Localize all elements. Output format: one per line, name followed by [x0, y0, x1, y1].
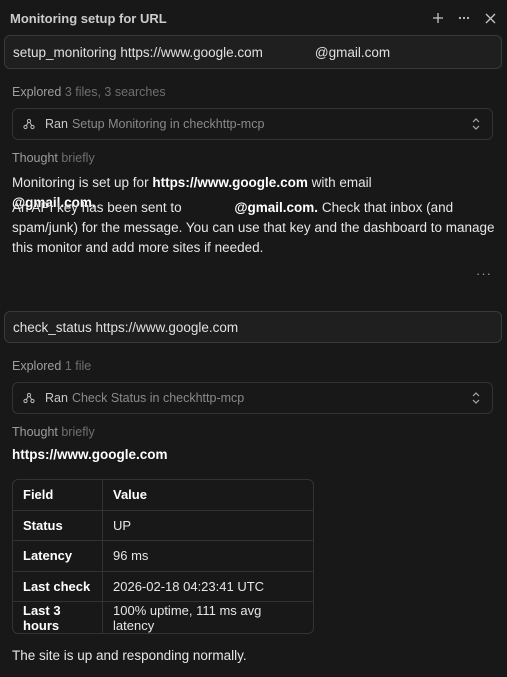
thought-summary-2[interactable]: Thought briefly [12, 425, 95, 439]
tool-name: Check Status in checkhttp-mcp [71, 391, 245, 405]
thought-summary[interactable]: Thought briefly [12, 151, 95, 165]
prompt-text-2: check_status https://www.google.com [13, 319, 239, 335]
response-conclusion: The site is up and responding normally. [12, 648, 247, 663]
user-prompt[interactable]: setup_monitoring https://www.google.com … [4, 35, 502, 69]
table-cell: 96 ms [103, 541, 313, 572]
explored-summary[interactable]: Explored 3 files, 3 searches [12, 85, 166, 99]
prompt-email: @gmail.com [314, 44, 391, 60]
chevron-updown-icon[interactable] [470, 390, 482, 406]
explored-summary-2[interactable]: Explored 1 file [12, 359, 91, 373]
table-header: Field [13, 480, 103, 511]
tool-icon [23, 391, 37, 405]
more-icon[interactable] [457, 11, 471, 25]
title-bar: Monitoring setup for URL [0, 0, 507, 36]
table-row: Latency 96 ms [13, 541, 313, 572]
status-table: Field Value Status UP Latency 96 ms Last… [12, 479, 314, 634]
table-cell: Latency [13, 541, 103, 572]
table-header: Value [103, 480, 313, 511]
table-cell: Last 3 hours [13, 602, 103, 633]
result-heading: https://www.google.com [12, 447, 168, 462]
url-bold: https://www.google.com [152, 175, 308, 190]
table-cell: Last check [13, 571, 103, 603]
tool-icon [23, 117, 37, 131]
table-header-row: Field Value [13, 480, 313, 511]
table-cell: 100% uptime, 111 ms avg latency [113, 602, 262, 633]
table-row: Status UP [13, 510, 313, 542]
table-cell: Status [13, 510, 103, 542]
tool-call-check-status[interactable]: Ran Check Status in checkhttp-mcp [12, 382, 493, 414]
title-actions [431, 11, 497, 25]
tool-call-setup-monitoring[interactable]: Ran Setup Monitoring in checkhttp-mcp [12, 108, 493, 140]
table-row: Last check 2026-02-18 04:23:41 UTC [13, 571, 313, 603]
table-cell: UP [103, 511, 313, 542]
table-cell: 2026-02-18 04:23:41 UTC [103, 572, 313, 603]
tool-name: Setup Monitoring in checkhttp-mcp [71, 117, 265, 131]
close-icon[interactable] [483, 11, 497, 25]
plus-icon[interactable] [431, 11, 445, 25]
window-title: Monitoring setup for URL [10, 10, 167, 26]
email-bold-2: @gmail.com. [234, 200, 319, 215]
more-actions-icon[interactable]: ··· [476, 266, 492, 281]
prompt-text: setup_monitoring https://www.google.com [13, 44, 263, 60]
chevron-updown-icon[interactable] [470, 116, 482, 132]
response-line-2: An API key has been sent to @gmail.com. … [12, 200, 495, 255]
user-prompt-2[interactable]: check_status https://www.google.com [4, 311, 502, 343]
table-row: Last 3 hours 100% uptime, 111 ms avg lat… [13, 602, 313, 633]
